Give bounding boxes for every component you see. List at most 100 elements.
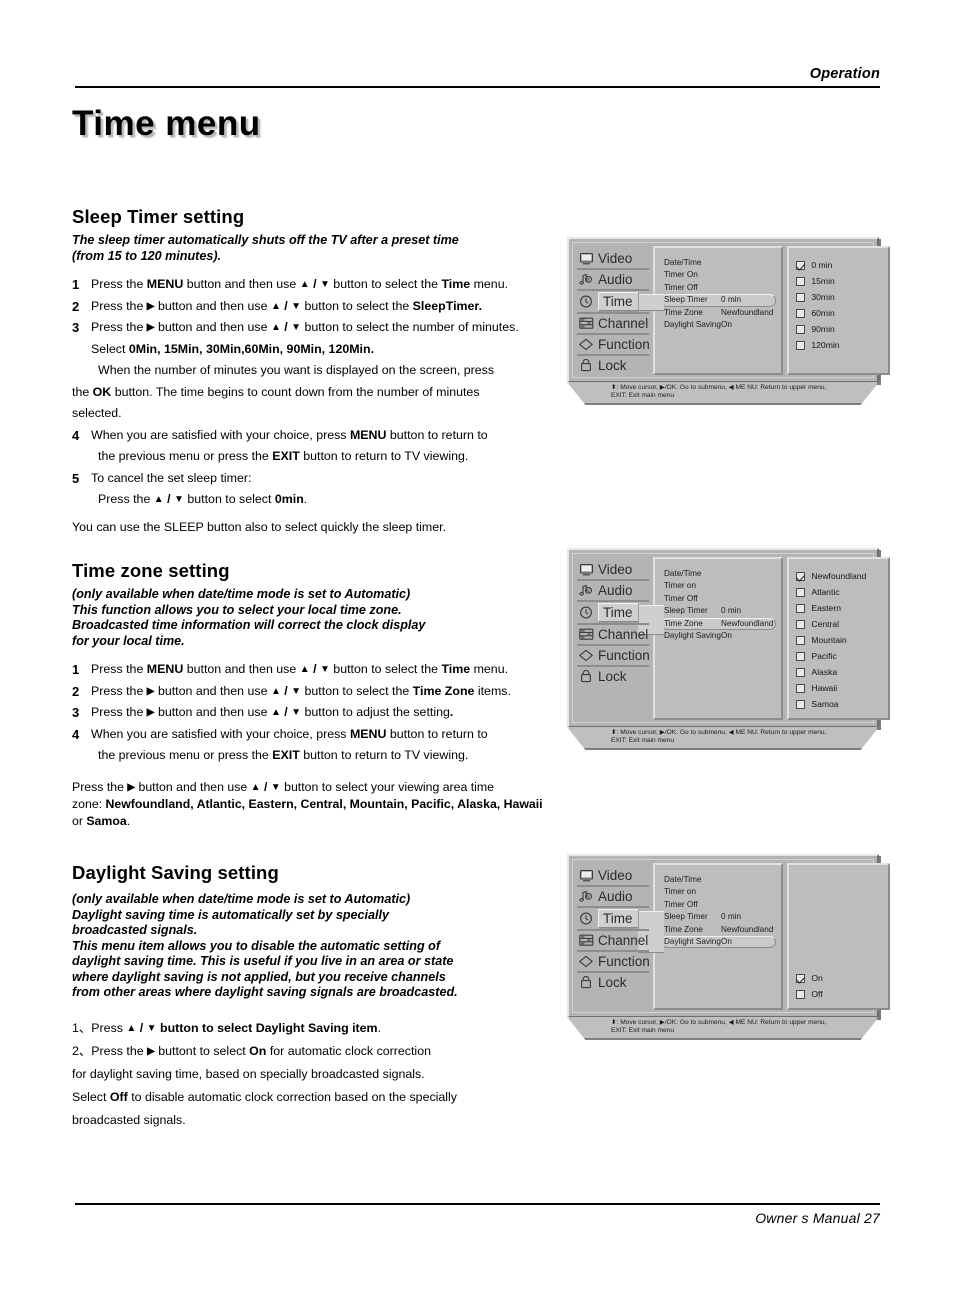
osd-nav-item-audio[interactable]: 8 Audio [577, 270, 649, 291]
osd-nav-label: Function [598, 337, 650, 352]
osd-options-panel: Newfoundland Atlantic Eastern Central Mo… [787, 557, 891, 720]
osd-option-row[interactable]: Off [796, 986, 883, 1002]
osd-nav-item-audio[interactable]: 8 Audio [577, 581, 649, 602]
osd-option-row[interactable]: Eastern [796, 600, 883, 616]
step-text: button to select the [301, 683, 413, 698]
osd-nav-item-channel[interactable]: Channel [577, 931, 649, 952]
osd-menu-row[interactable]: Time Zone Newfoundland [662, 924, 775, 936]
monitor-icon-svg [579, 563, 594, 576]
checked-checkbox-icon[interactable] [796, 973, 806, 983]
osd-hint-line-2: EXIT: Exit main menu [611, 1027, 675, 1035]
osd-menu-row-key: Sleep Timer [664, 295, 708, 305]
osd-menu-row[interactable]: Timer on [662, 580, 775, 592]
checkbox-icon[interactable] [796, 276, 806, 286]
daylight-line-3: for daylight saving time, based on speci… [72, 1066, 425, 1081]
osd-menu-row[interactable]: Date/Time [662, 257, 775, 269]
channel-icon [579, 317, 594, 330]
osd-menu-row[interactable]: Timer on [662, 886, 775, 898]
osd-menu-row[interactable]: Daylight Saving On [662, 630, 775, 642]
osd-option-row[interactable]: Mountain [796, 632, 883, 648]
osd-nav-item-function[interactable]: Function [577, 335, 650, 356]
osd-nav-item-lock[interactable]: Lock [577, 356, 649, 375]
osd-nav-item-time[interactable]: Time [577, 602, 649, 625]
right-arrow-icon: ▶ [146, 685, 155, 697]
up-arrow-icon: ▲ [299, 664, 310, 675]
osd-menu-row[interactable]: Time Zone Newfoundland [662, 307, 775, 319]
checked-checkbox-icon[interactable] [796, 260, 806, 270]
osd-nav-item-lock[interactable]: Lock [577, 973, 649, 992]
osd-nav-item-channel[interactable]: Channel [577, 625, 649, 646]
up-arrow-icon: ▲ [270, 685, 281, 697]
checkbox-icon[interactable] [796, 635, 806, 645]
osd-option-row[interactable]: 0 min [796, 257, 883, 273]
osd-nav-item-video[interactable]: Video [577, 249, 649, 270]
sleep-step3-line2: Select 0Min, 15Min, 30Min,60Min, 90Min, … [72, 339, 558, 361]
checkbox-icon[interactable] [796, 699, 806, 709]
osd-nav-label: Audio [598, 583, 633, 598]
osd-option-row[interactable]: Pacific [796, 648, 883, 664]
checkbox-icon[interactable] [796, 651, 806, 661]
osd-nav-item-audio[interactable]: 8 Audio [577, 887, 649, 908]
osd-option-row[interactable]: Atlantic [796, 584, 883, 600]
osd-option-label: Atlantic [811, 587, 840, 597]
right-arrow-icon: ▶ [127, 781, 136, 793]
step-item: 5 To cancel the set sleep timer: [72, 468, 558, 490]
osd-menu-row-selected[interactable]: Sleep Timer 0 min [661, 294, 777, 307]
osd-menu-row-key: Time Zone [664, 307, 703, 317]
osd-menu-row[interactable]: Daylight Saving On [662, 319, 775, 331]
osd-menu-row[interactable]: Sleep Timer 0 min [662, 911, 775, 923]
osd-menu-row[interactable]: Timer Off [662, 282, 775, 294]
osd-menu-row[interactable]: Timer Off [662, 899, 775, 911]
osd-option-row[interactable]: On [796, 970, 883, 986]
osd-menu-row-selected[interactable]: Daylight Saving On [661, 935, 777, 949]
osd-option-row[interactable]: Samoa [796, 696, 883, 712]
checkbox-icon[interactable] [796, 292, 806, 302]
osd-nav-label: Video [598, 562, 633, 577]
osd-menu-row-value: 0 min [721, 606, 742, 616]
osd-nav-item-video[interactable]: Video [577, 560, 649, 581]
osd-option-row[interactable]: Alaska [796, 664, 883, 680]
checkbox-icon[interactable] [796, 667, 806, 677]
osd-nav-item-time[interactable]: Time [577, 908, 649, 931]
osd-menu-row[interactable]: Timer Off [662, 593, 775, 605]
note-text: zone: [72, 797, 106, 811]
checkbox-icon[interactable] [796, 989, 806, 999]
checkbox-icon[interactable] [796, 603, 806, 613]
osd-option-row[interactable]: Newfoundland [796, 568, 883, 584]
osd-menu-row[interactable]: Date/Time [662, 568, 775, 580]
osd-option-label: Hawaii [811, 683, 838, 693]
checkbox-icon[interactable] [796, 340, 806, 350]
osd-nav-item-video[interactable]: Video [577, 866, 649, 887]
osd-menu-row-selected[interactable]: Time Zone Newfoundland [661, 617, 777, 630]
checkbox-icon[interactable] [796, 619, 806, 629]
checkbox-icon[interactable] [796, 683, 806, 693]
checkbox-icon[interactable] [796, 308, 806, 318]
osd-menu-row[interactable]: Sleep Timer 0 min [662, 605, 775, 617]
osd-menu-row[interactable]: Timer On [662, 269, 775, 281]
osd-option-row[interactable]: 60min [796, 305, 883, 321]
osd-nav-item-function[interactable]: Function [577, 952, 650, 973]
up-arrow-icon: ▲ [153, 494, 164, 505]
osd-nav-item-lock[interactable]: Lock [577, 667, 649, 686]
checkbox-icon[interactable] [796, 587, 806, 597]
osd-option-row[interactable]: 90min [796, 321, 883, 337]
step-number: 3 [72, 705, 80, 720]
osd-option-row[interactable]: 120min [796, 337, 883, 353]
osd-option-row[interactable]: 15min [796, 273, 883, 289]
osd-option-row[interactable]: Hawaii [796, 680, 883, 696]
right-arrow-icon: ▶ [146, 300, 155, 312]
osd-nav-item-time[interactable]: Time [577, 291, 649, 314]
osd-option-row[interactable]: Central [796, 616, 883, 632]
diamond-icon-svg [578, 955, 594, 968]
osd-menu-row-key: Date/Time [664, 875, 702, 884]
step-text: Select [72, 1089, 110, 1104]
note-icon: 8 [579, 890, 594, 903]
osd-nav-item-channel[interactable]: Channel [577, 314, 649, 335]
diamond-icon-svg [578, 649, 594, 662]
checked-checkbox-icon[interactable] [796, 571, 806, 581]
checkbox-icon[interactable] [796, 324, 806, 334]
osd-option-row[interactable]: 30min [796, 289, 883, 305]
osd-nav-item-function[interactable]: Function [577, 646, 650, 667]
osd-menu-row[interactable]: Date/Time [662, 874, 775, 886]
step-emph: 0min [274, 492, 304, 506]
